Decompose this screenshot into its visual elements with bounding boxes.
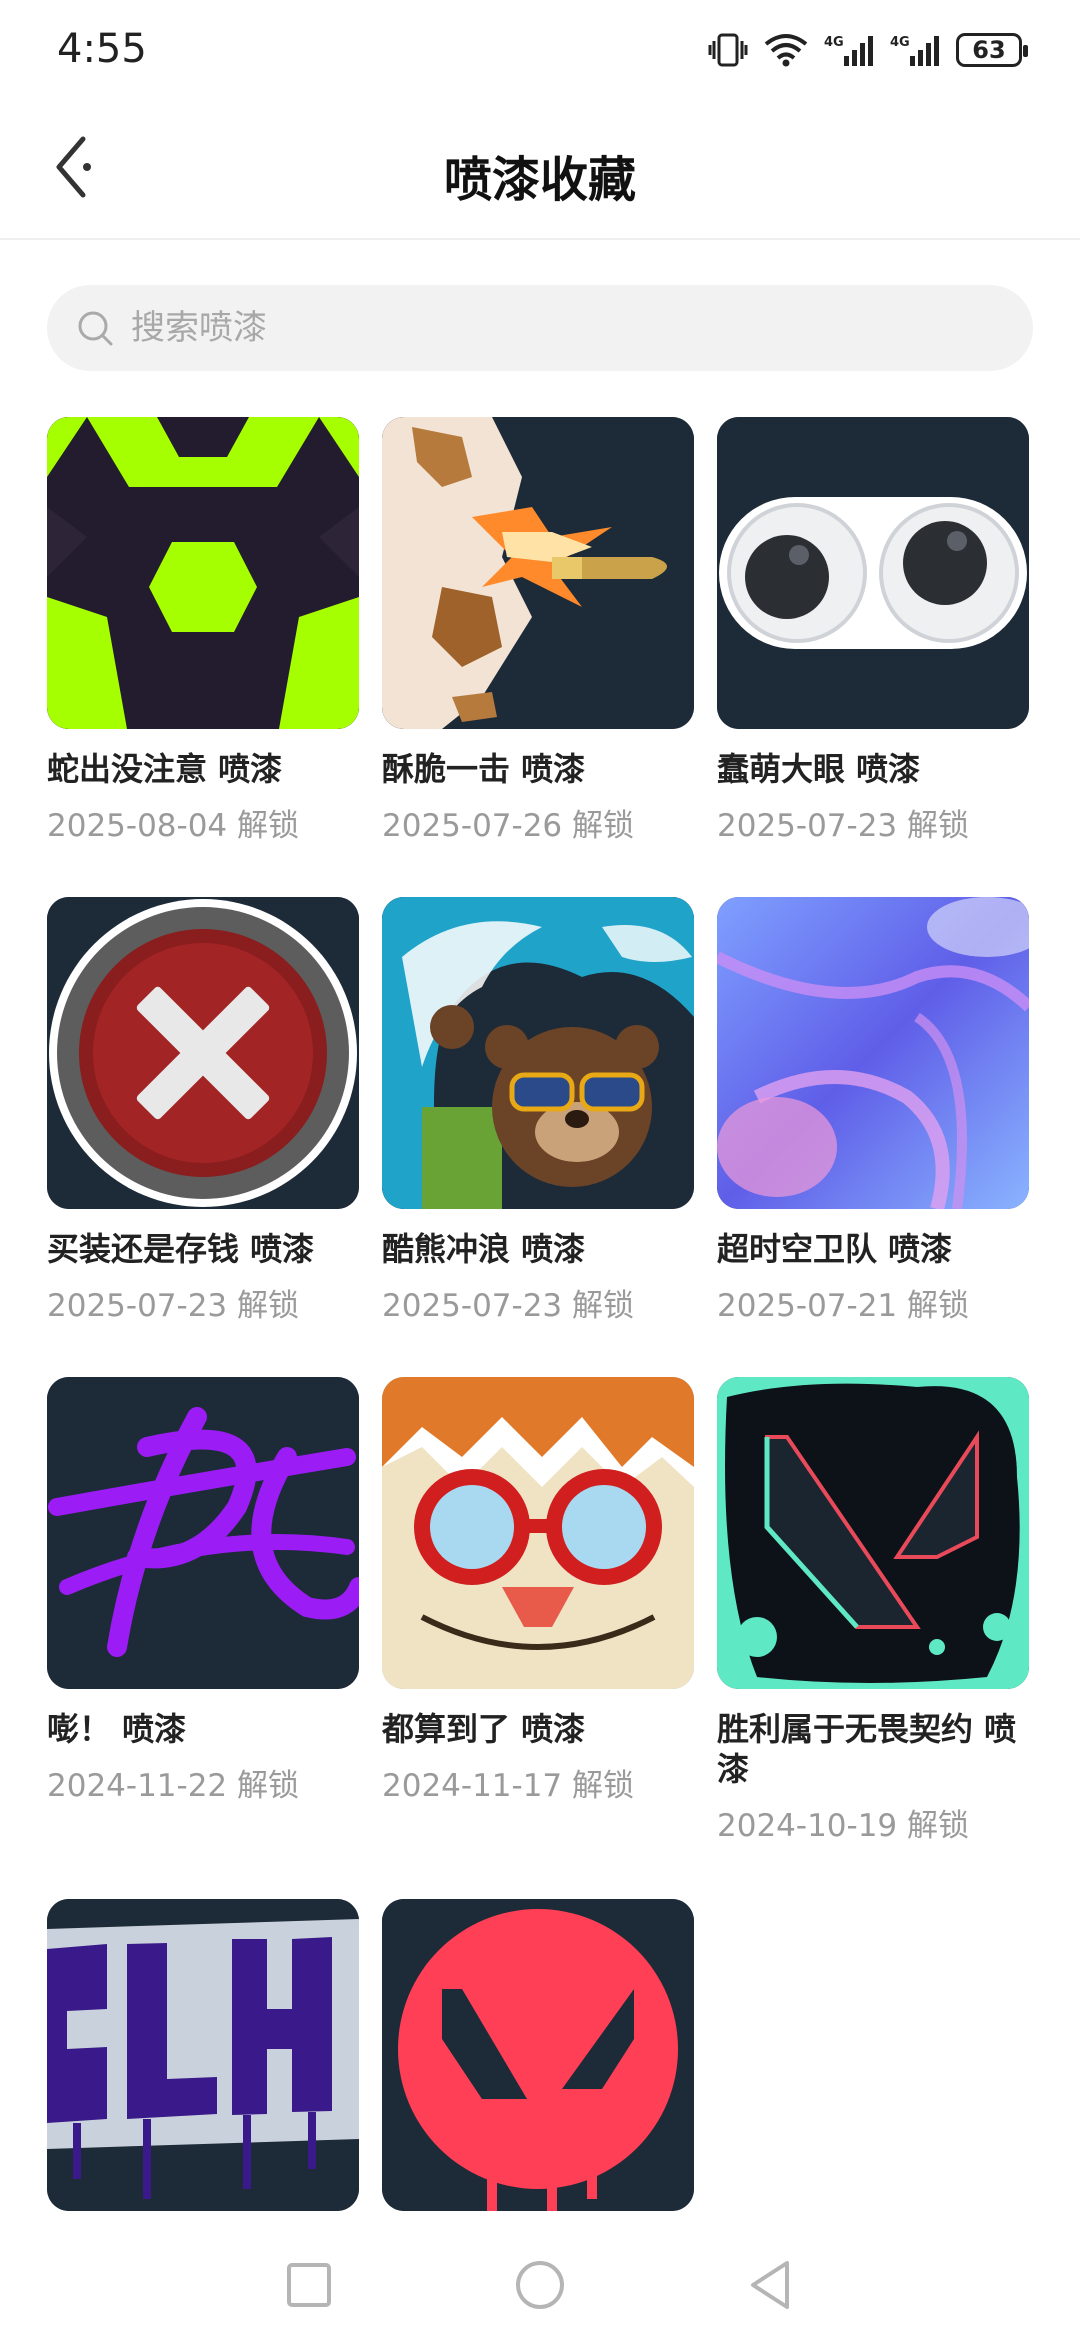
spray-card[interactable]: 买装还是存钱 喷漆 2025-07-23 解锁 bbox=[47, 897, 359, 1377]
recent-apps-icon bbox=[287, 2263, 331, 2307]
spray-unlock-date: 2024-10-19 解锁 bbox=[717, 1808, 970, 1844]
status-bar: 4:55 4G 4G 63 bbox=[0, 0, 1080, 100]
spray-card[interactable]: 超时空卫队 喷漆 2025-07-21 解锁 bbox=[717, 897, 1029, 1377]
spray-unlock-date: 2024-11-22 解锁 bbox=[47, 1768, 300, 1804]
search-input[interactable] bbox=[129, 307, 973, 349]
spray-name: 超时空卫队 喷漆 bbox=[717, 1230, 953, 1268]
header: 喷漆收藏 bbox=[0, 100, 1080, 240]
spray-name: 酥脆一击 喷漆 bbox=[382, 750, 586, 788]
spray-name: 蠢萌大眼 喷漆 bbox=[717, 750, 921, 788]
spray-unlock-date: 2025-08-04 解锁 bbox=[47, 808, 300, 844]
home-button[interactable] bbox=[510, 2255, 570, 2315]
spray-card[interactable]: 都算到了 喷漆 2024-11-17 解锁 bbox=[382, 1377, 694, 1857]
back-icon bbox=[751, 2261, 789, 2309]
svg-text:4G: 4G bbox=[890, 35, 910, 50]
spray-thumbnail bbox=[382, 1899, 694, 2211]
spray-card[interactable]: 胜利属于无畏契约 喷漆 2024-10-19 解锁 bbox=[717, 1377, 1029, 1899]
spray-card[interactable]: 嘭！ 喷漆 2024-11-22 解锁 bbox=[47, 1377, 359, 1857]
spray-name: 都算到了 喷漆 bbox=[382, 1710, 586, 1748]
search-icon bbox=[78, 311, 113, 346]
spray-name: 酷熊冲浪 喷漆 bbox=[382, 1230, 586, 1268]
spray-unlock-date: 2025-07-23 解锁 bbox=[47, 1288, 300, 1324]
spray-name: 买装还是存钱 喷漆 bbox=[47, 1230, 315, 1268]
system-nav-bar bbox=[0, 2225, 1080, 2340]
spray-thumbnail bbox=[47, 1899, 359, 2211]
spray-name: 胜利属于无畏契约 喷漆 bbox=[717, 1710, 1017, 1788]
spray-thumbnail bbox=[47, 1377, 359, 1689]
spray-card[interactable]: 酥脆一击 喷漆 2025-07-26 解锁 bbox=[382, 417, 694, 897]
nav-back-button[interactable] bbox=[741, 2255, 801, 2315]
spray-unlock-date: 2025-07-26 解锁 bbox=[382, 808, 635, 844]
status-time: 4:55 bbox=[57, 26, 147, 72]
spray-unlock-date: 2024-11-17 解锁 bbox=[382, 1768, 635, 1804]
spray-thumbnail bbox=[382, 897, 694, 1209]
signal-4g-icon: 4G bbox=[824, 35, 873, 66]
spray-name: 蛇出没注意 喷漆 bbox=[47, 750, 283, 788]
spray-thumbnail bbox=[382, 1377, 694, 1689]
spray-card[interactable] bbox=[382, 1899, 694, 2249]
spray-thumbnail bbox=[47, 897, 359, 1209]
wifi-icon bbox=[764, 34, 808, 67]
spray-grid: 蛇出没注意 喷漆 2025-08-04 解锁 酥脆一击 喷漆 2025-07-2… bbox=[47, 417, 1037, 2249]
page-title: 喷漆收藏 bbox=[443, 152, 636, 208]
home-icon bbox=[516, 2261, 564, 2309]
recent-apps-button[interactable] bbox=[279, 2255, 339, 2315]
svg-text:4G: 4G bbox=[824, 35, 844, 50]
spray-unlock-date: 2025-07-21 解锁 bbox=[717, 1288, 970, 1324]
spray-thumbnail bbox=[717, 897, 1029, 1209]
vibrate-icon bbox=[708, 33, 748, 67]
spray-thumbnail bbox=[382, 417, 694, 729]
spray-name: 嘭！ 喷漆 bbox=[47, 1710, 187, 1748]
spray-unlock-date: 2025-07-23 解锁 bbox=[717, 808, 970, 844]
status-icons: 4G 4G 63 bbox=[708, 28, 1028, 72]
search-bar[interactable] bbox=[47, 285, 1033, 371]
spray-card[interactable]: 蠢萌大眼 喷漆 2025-07-23 解锁 bbox=[717, 417, 1029, 897]
spray-thumbnail bbox=[47, 417, 359, 729]
spray-card[interactable]: 蛇出没注意 喷漆 2025-08-04 解锁 bbox=[47, 417, 359, 897]
spray-card[interactable]: 酷熊冲浪 喷漆 2025-07-23 解锁 bbox=[382, 897, 694, 1377]
spray-thumbnail bbox=[717, 1377, 1029, 1689]
spray-unlock-date: 2025-07-23 解锁 bbox=[382, 1288, 635, 1324]
battery-icon: 63 bbox=[956, 33, 1028, 67]
battery-level: 63 bbox=[972, 36, 1006, 64]
signal-4g-icon: 4G bbox=[890, 35, 939, 66]
spray-card[interactable] bbox=[47, 1899, 359, 2249]
spray-thumbnail bbox=[717, 417, 1029, 729]
